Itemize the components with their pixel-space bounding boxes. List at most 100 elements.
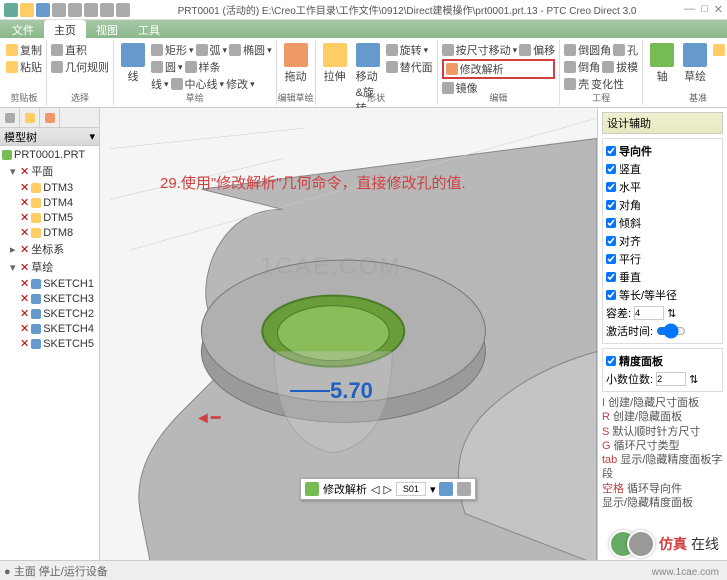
sketch-node-icon (31, 279, 41, 289)
viewport[interactable]: 29.使用"修改解析"几何命令，直接修改孔的值. 1CAE.COM 5.70 ◄… (100, 108, 597, 560)
floatbar-dim-icon[interactable] (439, 482, 453, 496)
help-annotation: 29.使用"修改解析"几何命令，直接修改孔的值. (160, 172, 466, 193)
spinner-icon[interactable]: ⇅ (689, 373, 698, 386)
guide-incline[interactable]: 倾斜 (606, 214, 719, 232)
ribbon-group-engineering: 倒圆角 孔 倒角 拔模 壳 变化性 工程 (560, 40, 643, 105)
activation-slider[interactable] (656, 324, 686, 338)
side-tab-folder[interactable] (20, 108, 40, 127)
round-icon (564, 44, 576, 56)
qat-open-icon[interactable] (36, 3, 50, 17)
tab-file[interactable]: 文件 (2, 20, 44, 38)
guide-perpendicular[interactable]: 垂直 (606, 268, 719, 286)
floatbar-dropdown-icon[interactable]: ▾ (430, 483, 436, 496)
revolve-button[interactable]: 旋转 ▾ (386, 42, 433, 58)
sketch-node-icon (31, 309, 41, 319)
drag-icon (284, 43, 308, 67)
logo-bubble2-icon (627, 530, 655, 558)
tree-sk1[interactable]: ✕SKETCH1 (2, 276, 97, 291)
spinner-icon[interactable]: ⇅ (667, 307, 676, 320)
tree-sk5[interactable]: ✕SKETCH5 (2, 336, 97, 351)
extrude-button[interactable]: 拉伸 (320, 42, 350, 117)
star-tab-icon (45, 113, 55, 123)
guide-vertical[interactable]: 竖直 (606, 160, 719, 178)
paste-icon (6, 61, 18, 73)
select-direct[interactable]: 直积 (51, 42, 109, 58)
tree-sk4[interactable]: ✕SKETCH4 (2, 321, 97, 336)
tree-root[interactable]: PRT0001.PRT (2, 148, 97, 162)
tree-sketches[interactable]: ▾✕草绘 (2, 258, 97, 276)
qat-close-icon[interactable] (116, 3, 130, 17)
tolerance-field: 容差: ⇅ (606, 304, 719, 322)
guide-diagonal[interactable]: 对角 (606, 196, 719, 214)
revolve-icon (386, 44, 398, 56)
cline-button[interactable]: 线 ▾ 中心线 ▾ 修改 ▾ (151, 76, 272, 92)
qat-icon[interactable] (4, 3, 18, 17)
tree-dtm8[interactable]: ✕DTM8 (2, 225, 97, 240)
select-geom[interactable]: 几何规则 (51, 59, 109, 75)
folder-tab-icon (25, 113, 35, 123)
guide-parallel[interactable]: 平行 (606, 250, 719, 268)
ribbon-group-sketch: 线 矩形 ▾ 弧 ▾ 椭圆 ▾ 圆 ▾ 样条 线 ▾ 中心线 ▾ 修改 ▾ 草绘 (114, 40, 277, 105)
move-by-dim-button[interactable]: 按尺寸移动 ▾ 偏移 (442, 42, 556, 58)
copy-button[interactable]: 复制 (6, 42, 42, 58)
design-assist-panel: 设计辅助 导向件 竖直 水平 对角 倾斜 对齐 平行 垂直 等长/等半径 容差:… (597, 108, 727, 560)
circle-button[interactable]: 圆 ▾ 样条 (151, 59, 272, 75)
shell-button[interactable]: 壳 变化性 (564, 76, 638, 92)
sketch-node-icon (31, 324, 41, 334)
guide-equal[interactable]: 等长/等半径 (606, 286, 719, 304)
qat-new-icon[interactable] (20, 3, 34, 17)
guides-master-check[interactable]: 导向件 (606, 142, 719, 160)
extrude-icon (323, 43, 347, 67)
precision-check[interactable]: 精度面板 (606, 352, 719, 370)
close-icon[interactable]: ✕ (714, 3, 723, 16)
ribbon-group-editsketch: 拖动 编辑草绘 (277, 40, 316, 105)
qat-undo-icon[interactable] (68, 3, 82, 17)
floatbar-next-icon[interactable]: ▷ (383, 483, 391, 496)
tree-csys[interactable]: ▸✕坐标系 (2, 240, 97, 258)
tree-dtm4[interactable]: ✕DTM4 (2, 195, 97, 210)
plane-button[interactable]: 平面 (713, 42, 727, 58)
ribbon-group-datum: 轴 草绘 平面 基准 (643, 40, 727, 105)
qat-redo-icon[interactable] (84, 3, 98, 17)
tab-tools[interactable]: 工具 (128, 20, 170, 38)
rect-button[interactable]: 矩形 ▾ 弧 ▾ 椭圆 ▾ (151, 42, 272, 58)
guide-align[interactable]: 对齐 (606, 232, 719, 250)
floatbar-prev-icon[interactable]: ◁ (371, 483, 379, 496)
tab-home[interactable]: 主页 (44, 20, 86, 38)
modify-icon (446, 63, 458, 75)
dimension-line (290, 390, 330, 392)
floatbar-grip-icon[interactable] (305, 482, 319, 496)
ribbon-group-select: 直积 几何规则 选择 (47, 40, 114, 105)
floatbar-opt-icon[interactable] (457, 482, 471, 496)
replace-button[interactable]: 替代面 (386, 59, 433, 75)
floatbar-value-input[interactable] (396, 482, 426, 496)
modify-analytic-button[interactable]: 修改解析 (442, 59, 556, 79)
round-button[interactable]: 倒圆角 孔 (564, 42, 638, 58)
tree-dtm5[interactable]: ✕DTM5 (2, 210, 97, 225)
side-tabs (0, 108, 99, 128)
tree-dtm3[interactable]: ✕DTM3 (2, 180, 97, 195)
tree-tab-icon (5, 113, 15, 123)
tolerance-input[interactable] (634, 306, 664, 320)
minimize-icon[interactable]: — (684, 3, 695, 16)
datum-icon (31, 183, 41, 193)
dimension-value[interactable]: 5.70 (330, 378, 373, 404)
side-tab-star[interactable] (40, 108, 60, 127)
chamfer-button[interactable]: 倒角 拔模 (564, 59, 638, 75)
side-tab-tree[interactable] (0, 108, 20, 127)
paste-button[interactable]: 粘贴 (6, 59, 42, 75)
tree-sk2[interactable]: ✕SKETCH2 (2, 306, 97, 321)
tree-sk3[interactable]: ✕SKETCH3 (2, 291, 97, 306)
sketch-icon (683, 43, 707, 67)
qat-save-icon[interactable] (52, 3, 66, 17)
move-rotate-button[interactable]: 移动&旋转 (353, 42, 383, 117)
guide-horizontal[interactable]: 水平 (606, 178, 719, 196)
precision-input[interactable] (656, 372, 686, 386)
tree-planes[interactable]: ▾✕平面 (2, 162, 97, 180)
shell-icon (564, 78, 576, 90)
qat-regen-icon[interactable] (100, 3, 114, 17)
draft-icon (602, 61, 614, 73)
maximize-icon[interactable]: □ (701, 3, 708, 16)
sketch-node-icon (31, 339, 41, 349)
tab-view[interactable]: 视图 (86, 20, 128, 38)
